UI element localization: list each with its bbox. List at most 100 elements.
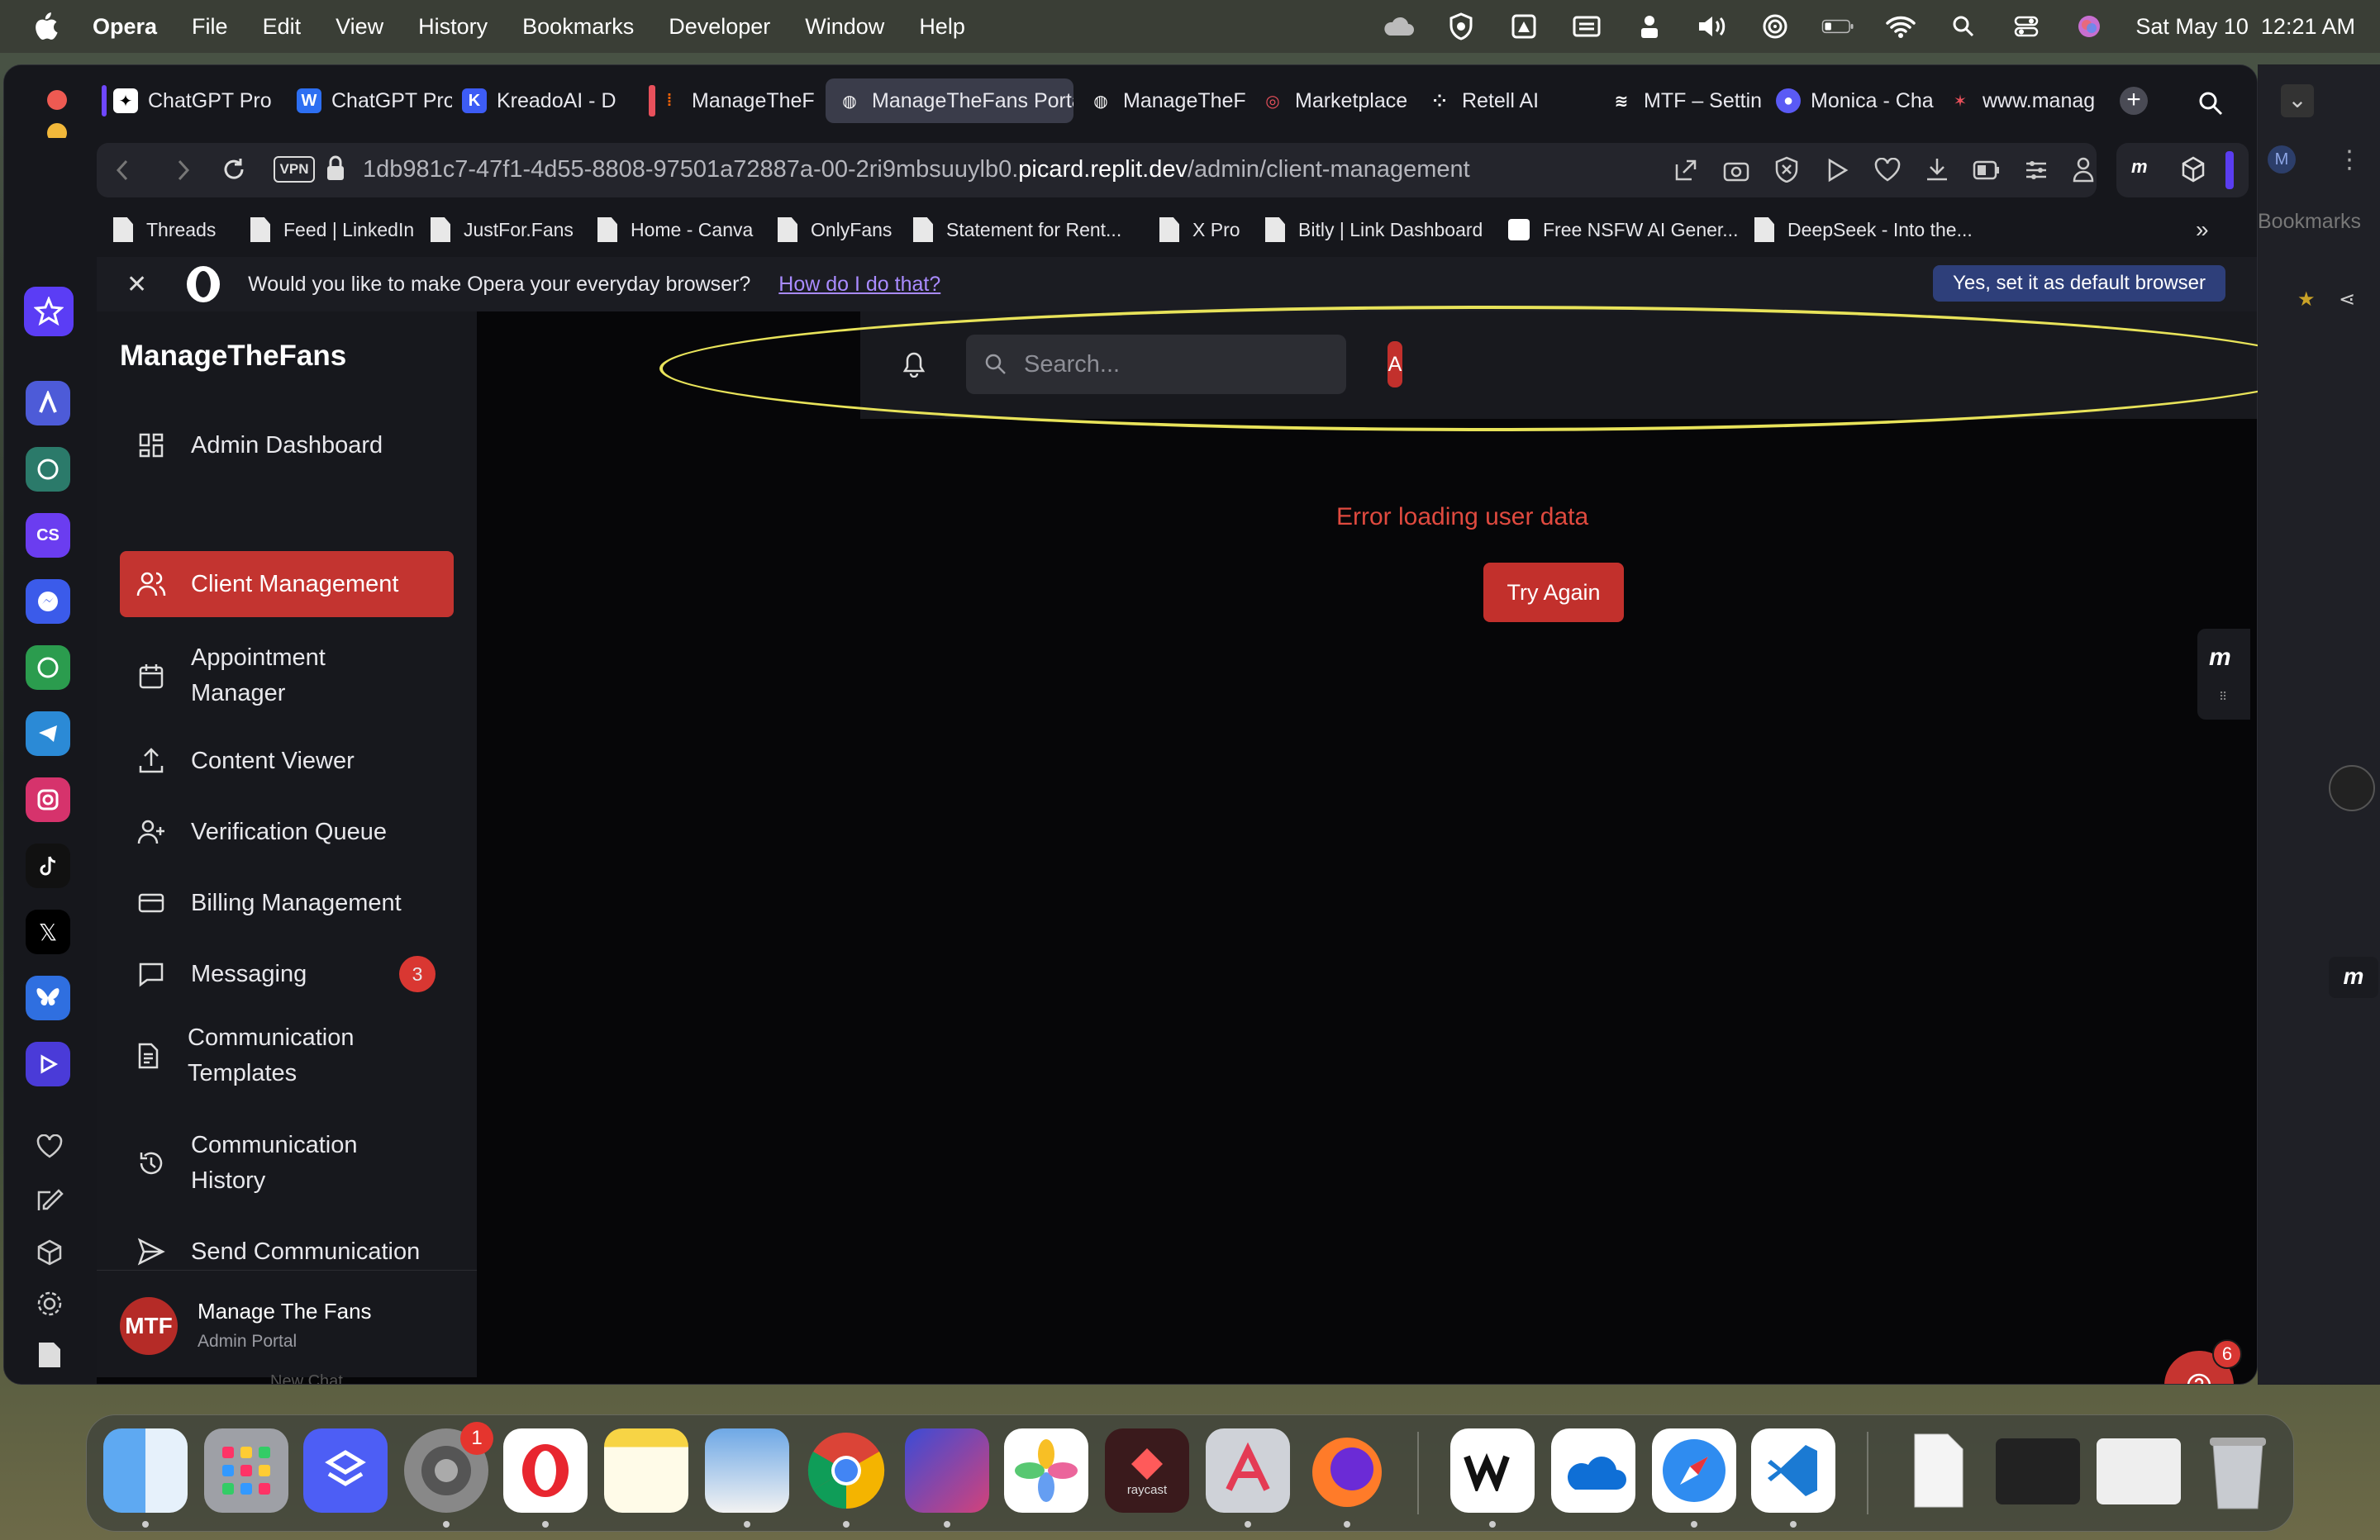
recent-window-thumbnail[interactable] [1996,1438,2080,1504]
arc-icon[interactable] [1206,1428,1290,1513]
bookmark-xpro[interactable]: X Pro [1159,217,1240,242]
menu-app-name[interactable]: Opera [93,14,157,40]
bookmark-threads[interactable]: Threads [113,217,216,242]
wave-app-icon[interactable] [1450,1428,1535,1513]
lock-icon[interactable] [325,154,346,183]
linear-app-icon[interactable] [303,1428,388,1513]
menu-history[interactable]: History [418,14,488,40]
bookmark-nsfw-ai[interactable]: Free NSFW AI Gener... [1508,219,1738,241]
bookmarks-overflow-icon[interactable]: » [2196,216,2209,243]
speed-dial-icon[interactable] [24,287,74,336]
nav-appointment-manager[interactable]: Appointment Manager [120,634,454,718]
bookmark-justforfans[interactable]: JustFor.Fans [431,217,574,242]
monica-side-icon[interactable]: m [2329,957,2378,998]
clock[interactable]: Sat May 10 12:21 AM [2135,14,2355,40]
user-lock-icon[interactable] [1633,12,1666,40]
documents-folder-icon[interactable] [1897,1428,1981,1513]
profile-avatar[interactable]: M [2268,145,2296,173]
tab-retell[interactable]: ⁘ Retell AI [1416,78,1581,123]
tab-chatgpt-1[interactable]: ✦ ChatGPT Pro [102,78,283,123]
airdrop-icon[interactable] [1759,12,1792,40]
menu-view[interactable]: View [336,14,383,40]
nav-messaging[interactable]: Messaging 3 [120,941,454,1007]
extensions-cube-icon[interactable] [2181,156,2206,183]
heart-icon[interactable] [36,1134,64,1159]
menu-window[interactable]: Window [805,14,884,40]
bookmark-bitly[interactable]: Bitly | Link Dashboard [1265,217,1483,242]
nav-verification-queue[interactable]: Verification Queue [120,799,454,865]
siri-icon[interactable] [2073,12,2106,40]
forward-icon[interactable] [174,158,193,183]
camera-icon[interactable] [1723,158,1749,183]
file-icon[interactable] [37,1341,62,1369]
spotlight-search-icon[interactable] [1947,12,1980,40]
raycast-icon[interactable]: raycast [1105,1428,1189,1513]
tab-mtf-settings[interactable]: ≋ MTF – Settin [1597,78,1771,123]
opera-dock-icon[interactable] [503,1428,588,1513]
nav-communication-templates[interactable]: Communication Templates [120,1014,454,1098]
player-icon[interactable] [26,1042,70,1086]
notes-icon[interactable] [604,1428,688,1513]
tab-search-icon[interactable] [2197,90,2224,116]
how-to-link[interactable]: How do I do that? [778,273,940,297]
more-vertical-icon[interactable]: ⋮ [2337,145,2362,174]
user-profile[interactable]: MTF Manage The Fans Admin Portal [97,1270,477,1377]
bookmark-statement[interactable]: Statement for Rent... [913,217,1121,242]
tab-marketplace[interactable]: ◎ Marketplace [1249,78,1417,123]
wifi-icon[interactable] [1884,12,1917,40]
tab-managethefans-1[interactable]: ⁞ ManageTheF [645,78,824,123]
control-center-icon[interactable] [2010,12,2043,40]
settings-gear-icon[interactable] [36,1290,64,1318]
nav-content-viewer[interactable]: Content Viewer [120,728,454,794]
shield-icon[interactable] [1445,12,1478,40]
user-menu-avatar[interactable]: A [1388,341,1402,387]
nav-billing-management[interactable]: Billing Management [120,870,454,936]
share-icon[interactable]: ⋖ [2339,288,2355,311]
edit-icon[interactable] [36,1186,64,1214]
menu-bookmarks[interactable]: Bookmarks [522,14,634,40]
bookmark-linkedin[interactable]: Feed | LinkedIn [250,217,414,242]
easy-setup-icon[interactable] [2024,158,2049,183]
menu-edit[interactable]: Edit [263,14,302,40]
set-default-browser-button[interactable]: Yes, set it as default browser [1933,265,2225,302]
keyboard-icon[interactable] [1570,12,1603,40]
monica-floating-tab[interactable]: m ⠿ [2197,629,2250,720]
search-input[interactable]: Search... [966,335,1346,394]
photos-icon[interactable] [1004,1428,1088,1513]
tiktok-icon[interactable] [26,844,70,888]
try-again-button[interactable]: Try Again [1483,563,1624,622]
chrome-icon[interactable] [804,1428,888,1513]
nav-client-management[interactable]: Client Management [120,551,454,617]
safari-icon[interactable] [1652,1428,1736,1513]
share-icon[interactable] [1673,158,1698,183]
preview-icon[interactable] [705,1428,789,1513]
profile-icon[interactable] [2072,156,2095,183]
finder-icon[interactable] [103,1428,188,1513]
bookmark-canva[interactable]: Home - Canva [597,217,753,242]
brand-title[interactable]: ManageTheFans [120,340,346,373]
system-settings-icon[interactable]: 1 [404,1422,493,1513]
battery-icon[interactable] [1821,12,1854,40]
bookmark-deepseek[interactable]: DeepSeek - Into the... [1754,217,1973,242]
zoom-lens-icon[interactable] [2329,765,2375,811]
collapse-icon[interactable]: ⌄ [2281,84,2314,117]
bell-icon[interactable] [902,351,926,378]
trash-icon[interactable] [2196,1428,2280,1513]
nav-communication-history[interactable]: Communication History [120,1121,454,1205]
apple-icon[interactable] [33,12,58,40]
telegram-icon[interactable] [26,711,70,756]
whatsapp-icon[interactable] [26,645,70,690]
menu-help[interactable]: Help [919,14,965,40]
tab-manage-www[interactable]: ✶ www.manag [1936,78,2102,123]
sidebar-toggle[interactable] [2225,151,2234,189]
url-field[interactable]: VPN 1db981c7-47f1-4d55-8808-97501a72887a… [97,143,2097,197]
close-notice-icon[interactable]: ✕ [126,270,147,299]
onedrive-icon[interactable] [1551,1428,1635,1513]
cube-icon[interactable] [36,1238,64,1267]
firefox-icon[interactable] [1305,1428,1389,1513]
close-window-button[interactable] [47,90,67,110]
menu-file[interactable]: File [192,14,228,40]
star-icon[interactable]: ★ [2297,288,2316,311]
drag-handle-icon[interactable]: ⠿ [2219,690,2227,704]
back-icon[interactable] [113,158,131,183]
